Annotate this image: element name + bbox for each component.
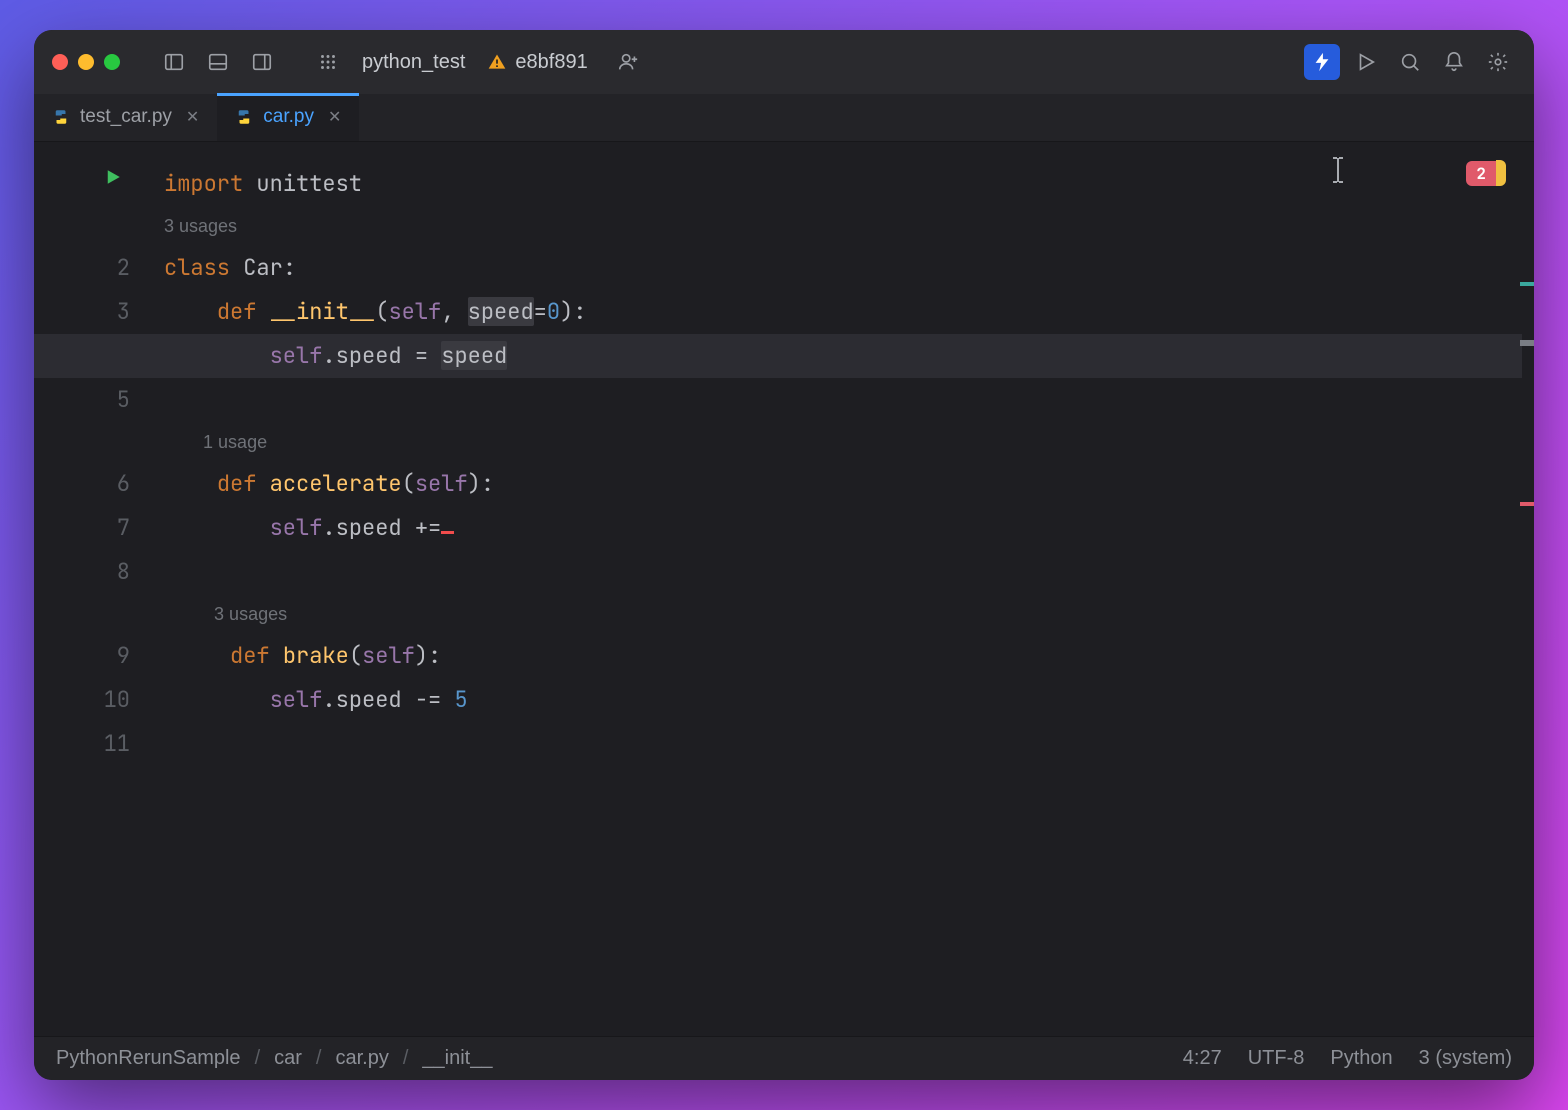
run-gutter-icon[interactable] — [104, 164, 122, 193]
python-file-icon — [52, 108, 70, 126]
tab-label: test_car.py — [80, 106, 172, 128]
text-cursor-icon — [1330, 156, 1332, 191]
panel-bottom-icon[interactable] — [200, 44, 236, 80]
breadcrumb[interactable]: car.py — [335, 1047, 388, 1070]
tab-test-car[interactable]: test_car.py ✕ — [34, 93, 217, 141]
minimize-window-button[interactable] — [78, 54, 94, 70]
warning-indicator — [1496, 160, 1506, 186]
stripe-error-mark[interactable] — [1520, 502, 1534, 506]
cursor-position[interactable]: 4:27 — [1183, 1047, 1222, 1070]
code-editor[interactable]: 2 3 4 5 6 7 8 9 10 11 import unittest 3 … — [34, 142, 1534, 1036]
add-user-icon[interactable] — [610, 44, 646, 80]
tab-car[interactable]: car.py ✕ — [217, 93, 359, 141]
breadcrumb[interactable]: car — [274, 1047, 302, 1070]
close-window-button[interactable] — [52, 54, 68, 70]
tab-label: car.py — [263, 106, 314, 128]
gutter: 2 3 4 5 6 7 8 9 10 11 — [34, 142, 164, 1036]
interpreter-label[interactable]: 3 (system) — [1419, 1047, 1512, 1070]
usages-hint[interactable]: 3 usages — [164, 594, 1534, 634]
problems-badge[interactable]: 2 — [1466, 160, 1506, 186]
bell-icon[interactable] — [1436, 44, 1472, 80]
stripe-caret-mark[interactable] — [1520, 340, 1534, 346]
vcs-revision: e8bf891 — [515, 51, 587, 74]
project-name[interactable]: python_test — [362, 51, 465, 74]
ide-window: python_test e8bf891 — [34, 30, 1534, 1080]
statusbar: PythonRerunSample / car / car.py / __ini… — [34, 1036, 1534, 1080]
titlebar: python_test e8bf891 — [34, 30, 1534, 94]
code-area[interactable]: import unittest 3 usages class Car: def … — [164, 142, 1534, 1036]
panel-left-icon[interactable] — [156, 44, 192, 80]
stripe-mark[interactable] — [1520, 282, 1534, 286]
traffic-lights — [52, 54, 120, 70]
warning-icon — [487, 52, 507, 72]
error-stripe[interactable] — [1520, 142, 1534, 1036]
error-count: 2 — [1466, 161, 1496, 186]
run-icon[interactable] — [1348, 44, 1384, 80]
panel-right-icon[interactable] — [244, 44, 280, 80]
breadcrumb[interactable]: __init__ — [422, 1047, 492, 1070]
language-label[interactable]: Python — [1330, 1047, 1392, 1070]
close-icon[interactable]: ✕ — [186, 107, 199, 127]
close-icon[interactable]: ✕ — [328, 107, 341, 127]
usages-hint[interactable]: 1 usage — [164, 422, 1534, 462]
bolt-icon[interactable] — [1304, 44, 1340, 80]
python-file-icon — [235, 108, 253, 126]
breadcrumb[interactable]: PythonRerunSample — [56, 1047, 241, 1070]
apps-grid-icon[interactable] — [310, 44, 346, 80]
fullscreen-window-button[interactable] — [104, 54, 120, 70]
editor-tabs: test_car.py ✕ car.py ✕ — [34, 94, 1534, 142]
usages-hint[interactable]: 3 usages — [164, 206, 1534, 246]
vcs-widget[interactable]: e8bf891 — [487, 51, 587, 74]
syntax-error-marker — [441, 506, 454, 534]
search-icon[interactable] — [1392, 44, 1428, 80]
gear-icon[interactable] — [1480, 44, 1516, 80]
file-encoding[interactable]: UTF-8 — [1248, 1047, 1305, 1070]
